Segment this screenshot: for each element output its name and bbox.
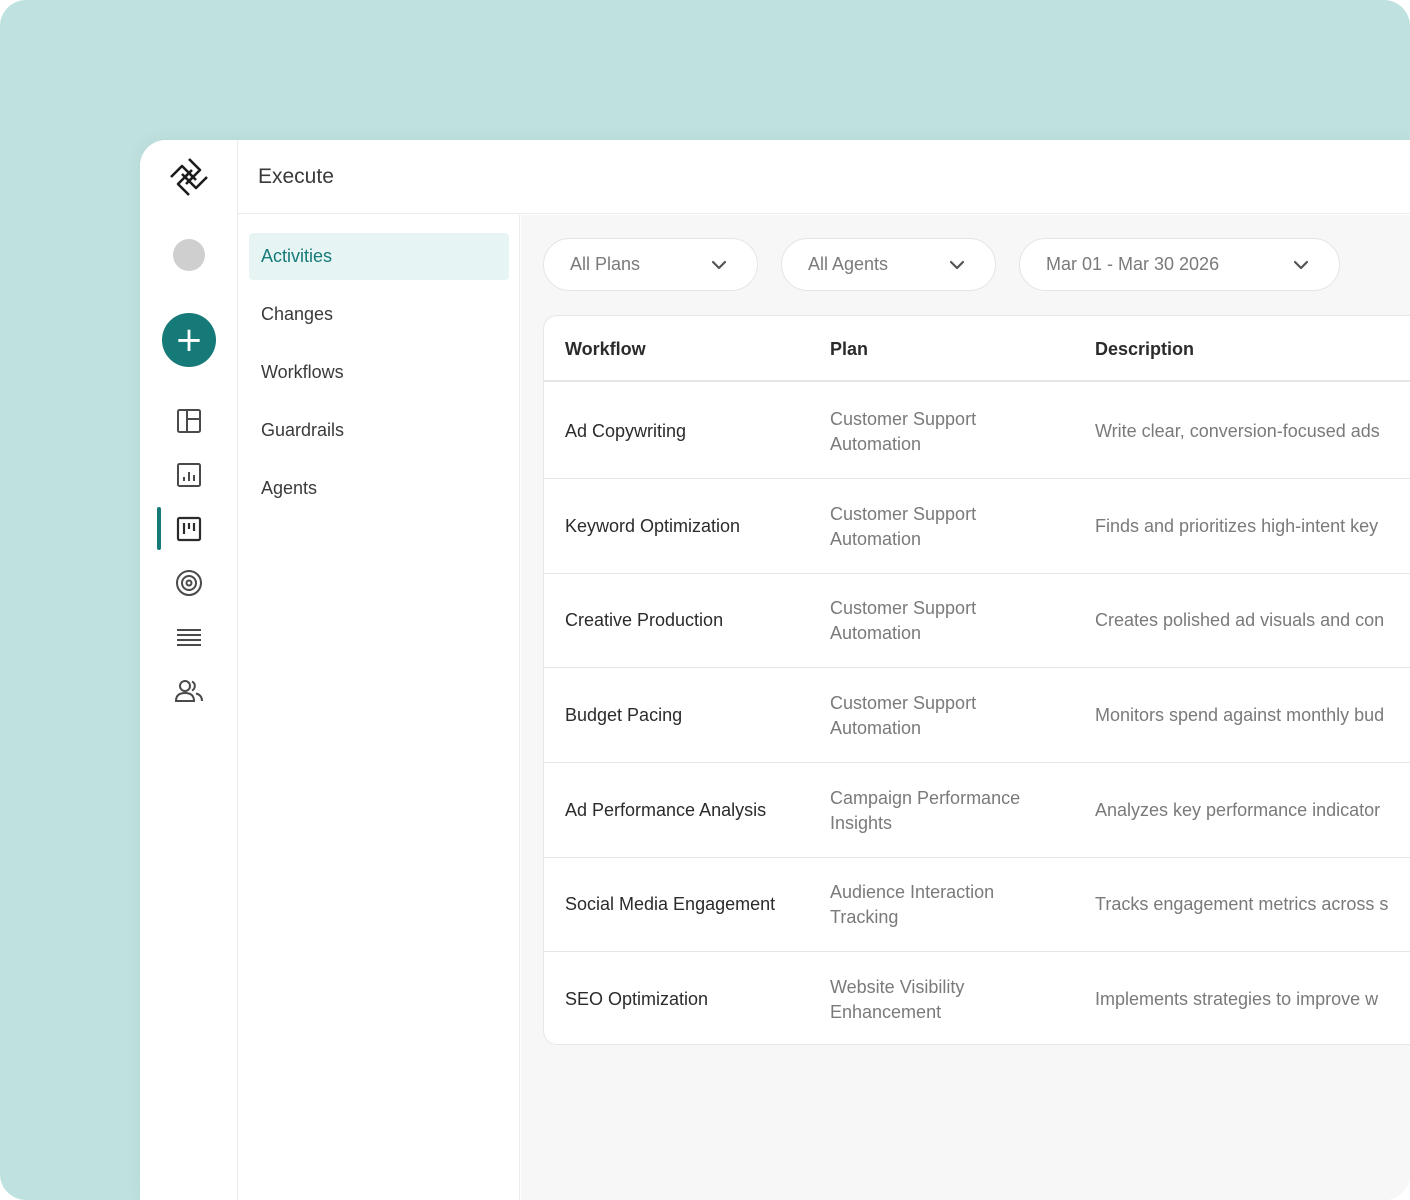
- description-cell: Monitors spend against monthly bud: [1095, 705, 1385, 725]
- table-row[interactable]: Ad Copywriting Customer Support Automati…: [544, 384, 1410, 479]
- table-header: Workflow Plan Description: [544, 316, 1410, 382]
- column-header-plan[interactable]: Plan: [830, 316, 868, 382]
- plan-cell: Customer Support Automation: [830, 408, 977, 454]
- workflow-cell: Keyword Optimization: [565, 516, 741, 536]
- plan-cell: Campaign Performance Insights: [830, 787, 1021, 833]
- subnav-item-workflows[interactable]: Workflows: [249, 349, 509, 396]
- workflow-cell: Ad Performance Analysis: [565, 800, 767, 820]
- subnav-item-agents[interactable]: Agents: [249, 465, 509, 512]
- list-icon[interactable]: [174, 622, 204, 652]
- backdrop: + Execute Activities Changes Workflows G…: [0, 0, 1410, 1200]
- agents-filter-dropdown[interactable]: All Agents: [781, 238, 996, 291]
- chevron-down-icon: [949, 260, 965, 269]
- sub-navigation: Activities Changes Workflows Guardrails …: [238, 215, 520, 1200]
- plus-icon: +: [174, 320, 204, 360]
- page-title: Execute: [258, 164, 334, 188]
- date-range-value: Mar 01 - Mar 30 2026: [1046, 254, 1220, 274]
- workflow-cell: Ad Copywriting: [565, 421, 687, 441]
- main-content: All Plans All Agents Mar 01 - Mar 30 202…: [521, 215, 1410, 1200]
- chevron-down-icon: [711, 260, 727, 269]
- subnav-item-guardrails[interactable]: Guardrails: [249, 407, 509, 454]
- date-range-dropdown[interactable]: Mar 01 - Mar 30 2026: [1019, 238, 1340, 291]
- layout-icon[interactable]: [174, 406, 204, 436]
- description-cell: Analyzes key performance indicator: [1095, 800, 1381, 820]
- subnav-item-changes[interactable]: Changes: [249, 291, 509, 338]
- plans-filter-dropdown[interactable]: All Plans: [543, 238, 758, 291]
- table-row[interactable]: Ad Performance Analysis Campaign Perform…: [544, 763, 1410, 858]
- workflow-cell: Budget Pacing: [565, 705, 683, 725]
- plans-filter-value: All Plans: [570, 254, 641, 274]
- plan-cell: Customer Support Automation: [830, 692, 977, 738]
- avatar[interactable]: [173, 239, 205, 271]
- workflow-cell: SEO Optimization: [565, 989, 709, 1009]
- board-icon[interactable]: [174, 514, 204, 544]
- plan-cell: Audience Interaction Tracking: [830, 881, 995, 927]
- description-cell: Tracks engagement metrics across s: [1095, 894, 1389, 914]
- add-button[interactable]: +: [162, 313, 216, 367]
- target-icon[interactable]: [174, 568, 204, 598]
- plan-cell: Customer Support Automation: [830, 503, 977, 549]
- plan-cell: Customer Support Automation: [830, 597, 977, 643]
- plan-cell: Website Visibility Enhancement: [830, 976, 965, 1022]
- workflow-table: Workflow Plan Description Ad Copywriting…: [543, 315, 1410, 1045]
- column-header-description[interactable]: Description: [1095, 316, 1194, 382]
- description-cell: Implements strategies to improve w: [1095, 989, 1379, 1009]
- icon-rail: +: [140, 140, 238, 1200]
- subnav-item-activities[interactable]: Activities: [249, 233, 509, 280]
- logo-icon[interactable]: [167, 155, 211, 199]
- active-nav-indicator: [157, 507, 161, 550]
- users-icon[interactable]: [174, 676, 204, 706]
- description-cell: Write clear, conversion-focused ads: [1095, 421, 1380, 441]
- app-window: + Execute Activities Changes Workflows G…: [140, 140, 1410, 1200]
- chevron-down-icon: [1293, 260, 1309, 269]
- workflow-cell: Creative Production: [565, 610, 724, 630]
- column-header-workflow[interactable]: Workflow: [565, 316, 646, 382]
- table-row[interactable]: Keyword Optimization Customer Support Au…: [544, 479, 1410, 574]
- table-row[interactable]: Social Media Engagement Audience Interac…: [544, 857, 1410, 952]
- table-row[interactable]: SEO Optimization Website Visibility Enha…: [544, 952, 1410, 1044]
- table-row[interactable]: Budget Pacing Customer Support Automatio…: [544, 668, 1410, 763]
- description-cell: Creates polished ad visuals and con: [1095, 610, 1385, 630]
- agents-filter-value: All Agents: [808, 254, 889, 274]
- chart-icon[interactable]: [174, 460, 204, 490]
- page-header: Execute: [238, 140, 1410, 214]
- description-cell: Finds and prioritizes high-intent key: [1095, 516, 1379, 536]
- workflow-cell: Social Media Engagement: [565, 894, 776, 914]
- table-row[interactable]: Creative Production Customer Support Aut…: [544, 573, 1410, 668]
